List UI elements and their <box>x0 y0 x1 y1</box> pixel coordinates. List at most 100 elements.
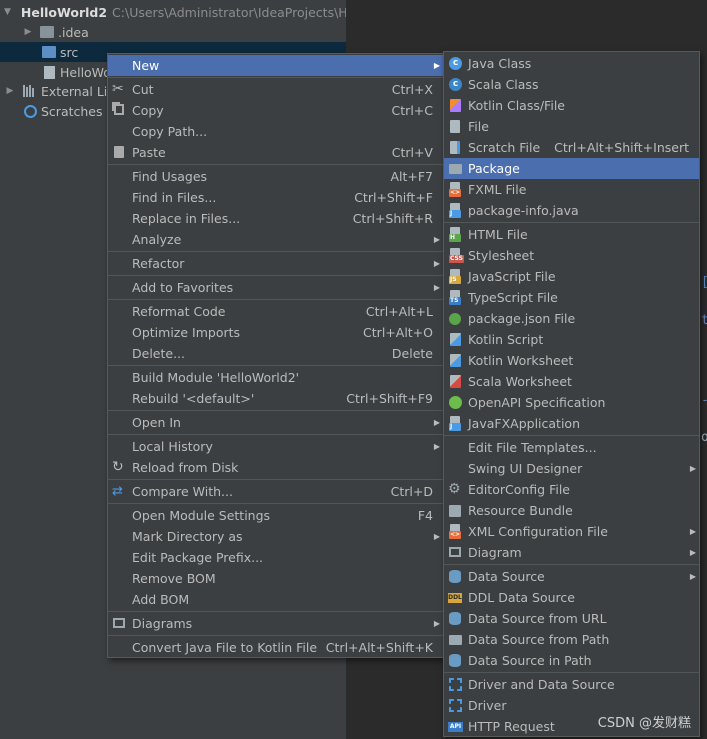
kotlin-script-icon <box>450 333 461 346</box>
menu-item-refactor[interactable]: Refactor ▶ <box>108 253 443 274</box>
menu-item-analyze[interactable]: Analyze ▶ <box>108 229 443 250</box>
menu-item-add-bom[interactable]: Add BOM <box>108 589 443 610</box>
menu-item-label: Optimize Imports <box>132 325 241 340</box>
menu-item-build-module[interactable]: Build Module 'HelloWorld2' <box>108 367 443 388</box>
submenu-item-driver-and-data-source[interactable]: Driver and Data Source <box>444 674 699 695</box>
menu-item-find-in-files[interactable]: Find in Files... Ctrl+Shift+F <box>108 187 443 208</box>
menu-item-replace-in-files[interactable]: Replace in Files... Ctrl+Shift+R <box>108 208 443 229</box>
tree-item-label: .idea <box>58 24 89 40</box>
submenu-item-scala-class[interactable]: c Scala Class <box>444 74 699 95</box>
chevron-right-icon: ▶ <box>689 464 696 473</box>
submenu-item-data-source-path[interactable]: Data Source from Path <box>444 629 699 650</box>
scala-class-icon: c <box>449 78 462 91</box>
submenu-item-ddl-data-source[interactable]: DDL DDL Data Source <box>444 587 699 608</box>
submenu-item-kotlin-worksheet[interactable]: Kotlin Worksheet <box>444 350 699 371</box>
menu-item-delete[interactable]: Delete... Delete <box>108 343 443 364</box>
submenu-item-kotlin-script[interactable]: Kotlin Script <box>444 329 699 350</box>
submenu-item-scratch-file[interactable]: Scratch File Ctrl+Alt+Shift+Insert <box>444 137 699 158</box>
menu-item-label: Add to Favorites <box>132 280 234 295</box>
menu-separator <box>108 164 443 165</box>
menu-item-edit-package-prefix[interactable]: Edit Package Prefix... <box>108 547 443 568</box>
menu-item-add-to-favorites[interactable]: Add to Favorites ▶ <box>108 277 443 298</box>
menu-separator <box>108 635 443 636</box>
chevron-right-icon: ▶ <box>433 61 440 70</box>
api-icon: API <box>448 722 463 732</box>
chevron-right-icon: ▶ <box>433 418 440 427</box>
menu-item-convert-to-kotlin[interactable]: Convert Java File to Kotlin File Ctrl+Alt… <box>108 637 443 658</box>
menu-item-find-usages[interactable]: Find Usages Alt+F7 <box>108 166 443 187</box>
menu-item-reload-from-disk[interactable]: ↻ Reload from Disk <box>108 457 443 478</box>
tree-item-label: Scratches a <box>41 103 115 119</box>
menu-separator <box>108 299 443 300</box>
menu-item-compare-with[interactable]: ⇄ Compare With... Ctrl+D <box>108 481 443 502</box>
menu-item-mark-directory-as[interactable]: Mark Directory as ▶ <box>108 526 443 547</box>
menu-item-label: Reload from Disk <box>132 460 239 475</box>
submenu-item-kotlin-class[interactable]: Kotlin Class/File <box>444 95 699 116</box>
folder-icon <box>40 26 54 38</box>
menu-item-rebuild[interactable]: Rebuild '<default>' Ctrl+Shift+F9 <box>108 388 443 409</box>
submenu-item-package-info[interactable]: Jpackage-info.java <box>444 200 699 221</box>
menu-item-label: Swing UI Designer <box>468 461 583 476</box>
submenu-item-javascript-file[interactable]: JS JavaScript File <box>444 266 699 287</box>
java-class-icon: c <box>449 57 462 70</box>
new-submenu: c Java Class c Scala Class Kotlin Class/Fi… <box>443 51 700 737</box>
chevron-right-icon: ▶ <box>689 572 696 581</box>
menu-item-diagrams[interactable]: Diagrams ▶ <box>108 613 443 634</box>
submenu-item-xml-configuration[interactable]: <> XML Configuration File ▶ <box>444 521 699 542</box>
submenu-item-package-json[interactable]: package.json File <box>444 308 699 329</box>
submenu-item-java-class[interactable]: c Java Class <box>444 53 699 74</box>
tree-item-project-root[interactable]: ▼ HelloWorld2 C:\Users\Administrator\Ide… <box>0 2 346 22</box>
menu-item-cut[interactable]: ✂ Cut Ctrl+X <box>108 79 443 100</box>
chevron-right-icon[interactable]: ▶ <box>4 86 16 96</box>
submenu-item-swing-ui-designer[interactable]: Swing UI Designer ▶ <box>444 458 699 479</box>
tree-item-label: HelloWo <box>60 64 111 80</box>
submenu-item-diagram[interactable]: Diagram ▶ <box>444 542 699 563</box>
menu-item-copy-path[interactable]: Copy Path... <box>108 121 443 142</box>
watermark: CSDN @发财糕 <box>597 716 691 731</box>
submenu-item-javafx-application[interactable]: J JavaFXApplication <box>444 413 699 434</box>
menu-separator <box>444 564 699 565</box>
menu-item-label: package.json File <box>468 311 576 326</box>
menu-item-open-in[interactable]: Open In ▶ <box>108 412 443 433</box>
submenu-item-fxml-file[interactable]: <> FXML File <box>444 179 699 200</box>
driver-icon <box>449 699 462 712</box>
submenu-item-resource-bundle[interactable]: Resource Bundle <box>444 500 699 521</box>
submenu-item-package[interactable]: Package <box>444 158 699 179</box>
tree-item-idea[interactable]: ▶ .idea <box>0 22 346 42</box>
submenu-item-data-source-url[interactable]: Data Source from URL <box>444 608 699 629</box>
tree-item-label: External Lib <box>41 83 116 99</box>
database-path-icon <box>449 654 461 667</box>
menu-item-paste[interactable]: Paste Ctrl+V <box>108 142 443 163</box>
kotlin-file-icon <box>450 99 461 112</box>
submenu-item-stylesheet[interactable]: CSS Stylesheet <box>444 245 699 266</box>
driver-datasource-icon <box>449 678 462 691</box>
submenu-item-data-source-in-path[interactable]: Data Source in Path <box>444 650 699 671</box>
menu-item-optimize-imports[interactable]: Optimize Imports Ctrl+Alt+O <box>108 322 443 343</box>
menu-item-label: Copy Path... <box>132 124 208 139</box>
chevron-right-icon[interactable]: ▶ <box>22 27 34 37</box>
submenu-item-scala-worksheet[interactable]: Scala Worksheet <box>444 371 699 392</box>
submenu-item-data-source[interactable]: Data Source ▶ <box>444 566 699 587</box>
submenu-item-html-file[interactable]: H HTML File <box>444 224 699 245</box>
submenu-item-typescript-file[interactable]: TS TypeScript File <box>444 287 699 308</box>
menu-item-label: Reformat Code <box>132 304 226 319</box>
menu-item-new[interactable]: New ▶ <box>108 55 443 76</box>
menu-item-local-history[interactable]: Local History ▶ <box>108 436 443 457</box>
menu-item-label: Data Source in Path <box>468 653 592 668</box>
ddl-icon: DDL <box>448 593 462 603</box>
submenu-item-editorconfig[interactable]: ⚙ EditorConfig File <box>444 479 699 500</box>
submenu-item-file[interactable]: File <box>444 116 699 137</box>
database-url-icon <box>449 612 461 625</box>
menu-item-label: Build Module 'HelloWorld2' <box>132 370 300 385</box>
menu-item-copy[interactable]: Copy Ctrl+C <box>108 100 443 121</box>
menu-item-label: Resource Bundle <box>468 503 573 518</box>
chevron-down-icon[interactable]: ▼ <box>4 7 11 17</box>
submenu-item-openapi[interactable]: OpenAPI Specification <box>444 392 699 413</box>
menu-item-reformat-code[interactable]: Reformat Code Ctrl+Alt+L <box>108 301 443 322</box>
menu-item-label: Driver and Data Source <box>468 677 615 692</box>
menu-item-open-module-settings[interactable]: Open Module Settings F4 <box>108 505 443 526</box>
submenu-item-edit-file-templates[interactable]: Edit File Templates... <box>444 437 699 458</box>
diagram-icon <box>113 618 125 628</box>
menu-item-remove-bom[interactable]: Remove BOM <box>108 568 443 589</box>
scissors-icon: ✂ <box>112 81 124 97</box>
